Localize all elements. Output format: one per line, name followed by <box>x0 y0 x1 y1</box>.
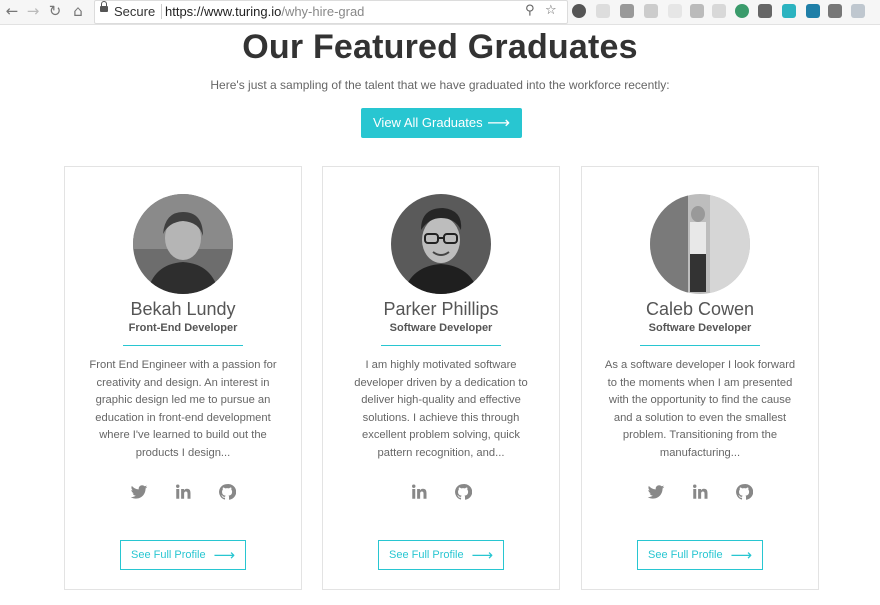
view-all-label: View All Graduates <box>373 115 483 130</box>
extension-icon[interactable] <box>712 4 726 18</box>
lock-icon <box>100 1 108 12</box>
graduate-name: Parker Phillips <box>383 299 499 319</box>
arrow-right-icon: ⟶ <box>487 113 510 132</box>
divider <box>161 4 162 19</box>
graduate-name: Caleb Cowen <box>645 299 755 319</box>
github-icon[interactable] <box>218 483 236 506</box>
social-links <box>65 483 301 505</box>
extension-icon[interactable] <box>828 4 842 18</box>
back-icon[interactable]: ← <box>4 3 20 19</box>
twitter-icon[interactable] <box>647 483 665 506</box>
browser-toolbar: ← → ↻ ⌂ Secure https://www.turing.io/why… <box>0 0 880 25</box>
home-icon[interactable]: ⌂ <box>70 3 86 19</box>
url-domain: https://www.turing.io <box>165 4 282 19</box>
graduate-bio: Front End Engineer with a passion for cr… <box>89 359 277 459</box>
linkedin-icon[interactable] <box>410 483 428 506</box>
graduate-bio: As a software developer I look forward t… <box>604 359 796 459</box>
twitter-icon[interactable] <box>130 483 148 506</box>
graduate-card: Bekah Lundy Front-End Developer Front En… <box>64 166 302 590</box>
arrow-right-icon: ⟶ <box>730 546 752 564</box>
github-icon[interactable] <box>735 483 753 506</box>
forward-icon[interactable]: → <box>25 3 41 19</box>
arrow-right-icon: ⟶ <box>471 546 493 564</box>
graduate-bio: I am highly motivated software developer… <box>354 359 528 459</box>
graduate-card: Parker Phillips Software Developer I am … <box>322 166 560 590</box>
extension-icon[interactable] <box>758 4 772 18</box>
extension-icon[interactable] <box>690 4 704 18</box>
avatar <box>391 194 491 294</box>
linkedin-icon[interactable] <box>174 483 192 506</box>
social-links <box>582 483 818 505</box>
page-title: Our Featured Graduates <box>242 28 638 66</box>
avatar <box>133 194 233 294</box>
see-full-profile-button[interactable]: See Full Profile ⟶ <box>378 540 504 570</box>
arrow-right-icon: ⟶ <box>213 546 235 564</box>
divider <box>381 345 501 346</box>
social-links <box>323 483 559 505</box>
zoom-icon[interactable]: ⚲ <box>525 3 535 18</box>
extension-icon[interactable] <box>782 4 796 18</box>
profile-button-label: See Full Profile <box>131 549 206 561</box>
graduate-name: Bekah Lundy <box>130 299 236 319</box>
avatar <box>650 194 750 294</box>
extension-icon[interactable] <box>644 4 658 18</box>
extension-icon[interactable] <box>596 4 610 18</box>
see-full-profile-button[interactable]: See Full Profile ⟶ <box>637 540 763 570</box>
graduate-role: Software Developer <box>648 322 752 334</box>
url-path: /why-hire-grad <box>281 4 365 19</box>
profile-button-label: See Full Profile <box>648 549 723 561</box>
bookmark-star-icon[interactable]: ☆ <box>545 3 557 18</box>
graduate-card: Caleb Cowen Software Developer As a soft… <box>581 166 819 590</box>
secure-label: Secure <box>114 4 156 19</box>
reload-icon[interactable]: ↻ <box>47 3 63 19</box>
page-subtitle: Here's just a sampling of the talent tha… <box>210 78 670 92</box>
extension-icon[interactable] <box>620 4 634 18</box>
divider <box>640 345 760 346</box>
extension-icon[interactable] <box>806 4 820 18</box>
profile-button-label: See Full Profile <box>389 549 464 561</box>
extension-icon[interactable] <box>668 4 682 18</box>
extension-icon[interactable] <box>735 4 749 18</box>
graduate-role: Software Developer <box>389 322 493 334</box>
graduate-role: Front-End Developer <box>128 322 238 334</box>
extension-icon[interactable] <box>572 4 586 18</box>
extension-icon[interactable] <box>851 4 865 18</box>
address-bar[interactable]: Secure https://www.turing.io/why-hire-gr… <box>94 0 568 24</box>
linkedin-icon[interactable] <box>691 483 709 506</box>
view-all-graduates-button[interactable]: View All Graduates ⟶ <box>361 108 522 138</box>
see-full-profile-button[interactable]: See Full Profile ⟶ <box>120 540 246 570</box>
url-text[interactable]: https://www.turing.io/why-hire-grad <box>165 4 364 19</box>
github-icon[interactable] <box>454 483 472 506</box>
divider <box>123 345 243 346</box>
